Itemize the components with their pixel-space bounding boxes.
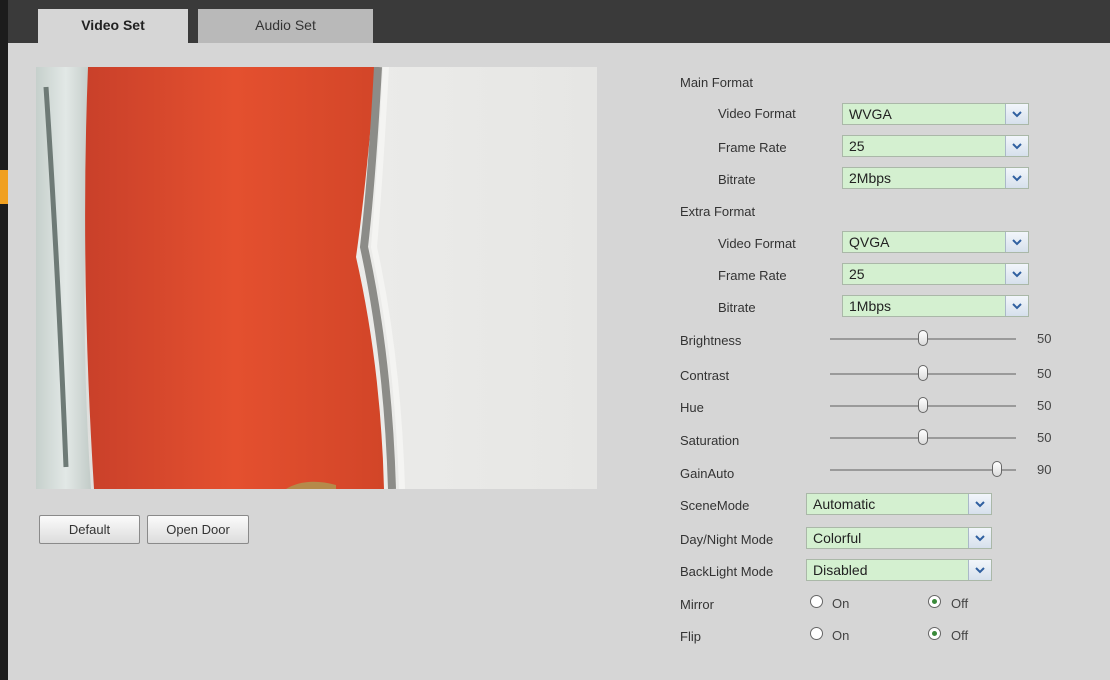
extra-video-format-select[interactable]: QVGA — [842, 231, 1029, 253]
chevron-down-icon[interactable] — [1005, 136, 1028, 156]
day-night-mode-label: Day/Night Mode — [680, 532, 774, 547]
flip-off-label: Off — [951, 628, 969, 643]
saturation-slider-thumb[interactable] — [918, 429, 928, 445]
extra-bitrate-label: Bitrate — [718, 300, 756, 315]
day-night-mode-value: Colorful — [813, 530, 862, 546]
backlight-mode-label: BackLight Mode — [680, 564, 774, 579]
gainauto-value: 90 — [1037, 462, 1052, 477]
main-video-format-value: WVGA — [849, 106, 892, 122]
extra-video-format-label: Video Format — [718, 236, 796, 251]
chevron-down-icon[interactable] — [1005, 232, 1028, 252]
backlight-mode-select[interactable]: Disabled — [806, 559, 992, 581]
tab-bar: Video Set Audio Set — [8, 0, 1110, 43]
main-frame-rate-select[interactable]: 25 — [842, 135, 1029, 157]
main-format-heading: Main Format — [680, 75, 753, 90]
left-border — [0, 0, 8, 680]
extra-bitrate-value: 1Mbps — [849, 298, 892, 314]
chevron-down-icon[interactable] — [1005, 296, 1028, 316]
chevron-down-icon[interactable] — [968, 528, 991, 548]
hue-label: Hue — [680, 400, 704, 415]
gainauto-label: GainAuto — [680, 466, 735, 481]
gainauto-slider-track[interactable] — [830, 469, 1016, 471]
backlight-mode-value: Disabled — [813, 562, 868, 578]
camera-frame-image — [36, 67, 597, 489]
extra-bitrate-select[interactable]: 1Mbps — [842, 295, 1029, 317]
extra-video-format-value: QVGA — [849, 234, 890, 250]
mirror-on-radio[interactable] — [810, 595, 823, 608]
video-preview — [36, 67, 597, 489]
chevron-down-icon[interactable] — [968, 560, 991, 580]
main-frame-rate-value: 25 — [849, 138, 865, 154]
tab-audio-set[interactable]: Audio Set — [198, 9, 373, 43]
brightness-slider-thumb[interactable] — [918, 330, 928, 346]
open-door-button[interactable]: Open Door — [147, 515, 249, 544]
brightness-value: 50 — [1037, 331, 1052, 346]
contrast-slider-thumb[interactable] — [918, 365, 928, 381]
extra-frame-rate-label: Frame Rate — [718, 268, 787, 283]
brightness-label: Brightness — [680, 333, 742, 348]
flip-label: Flip — [680, 629, 701, 644]
extra-frame-rate-select[interactable]: 25 — [842, 263, 1029, 285]
main-video-format-label: Video Format — [718, 106, 796, 121]
scene-mode-select[interactable]: Automatic — [806, 493, 992, 515]
chevron-down-icon[interactable] — [968, 494, 991, 514]
day-night-mode-select[interactable]: Colorful — [806, 527, 992, 549]
mirror-label: Mirror — [680, 597, 714, 612]
contrast-value: 50 — [1037, 366, 1052, 381]
saturation-value: 50 — [1037, 430, 1052, 445]
mirror-off-radio[interactable] — [928, 595, 941, 608]
main-bitrate-select[interactable]: 2Mbps — [842, 167, 1029, 189]
flip-on-radio[interactable] — [810, 627, 823, 640]
scene-mode-label: SceneMode — [680, 498, 750, 513]
default-button[interactable]: Default — [39, 515, 140, 544]
main-frame-rate-label: Frame Rate — [718, 140, 787, 155]
extra-format-heading: Extra Format — [680, 204, 756, 219]
hue-value: 50 — [1037, 398, 1052, 413]
gainauto-slider-thumb[interactable] — [992, 461, 1002, 477]
left-accent-marker — [0, 170, 8, 204]
chevron-down-icon[interactable] — [1005, 104, 1028, 124]
contrast-label: Contrast — [680, 368, 730, 383]
tab-video-set[interactable]: Video Set — [38, 9, 188, 43]
main-video-format-select[interactable]: WVGA — [842, 103, 1029, 125]
extra-frame-rate-value: 25 — [849, 266, 865, 282]
flip-on-label: On — [832, 628, 850, 643]
mirror-on-label: On — [832, 596, 850, 611]
flip-off-radio[interactable] — [928, 627, 941, 640]
main-bitrate-label: Bitrate — [718, 172, 756, 187]
mirror-off-label: Off — [951, 596, 969, 611]
hue-slider-thumb[interactable] — [918, 397, 928, 413]
scene-mode-value: Automatic — [813, 496, 876, 512]
chevron-down-icon[interactable] — [1005, 264, 1028, 284]
main-bitrate-value: 2Mbps — [849, 170, 892, 186]
chevron-down-icon[interactable] — [1005, 168, 1028, 188]
saturation-label: Saturation — [680, 433, 740, 448]
